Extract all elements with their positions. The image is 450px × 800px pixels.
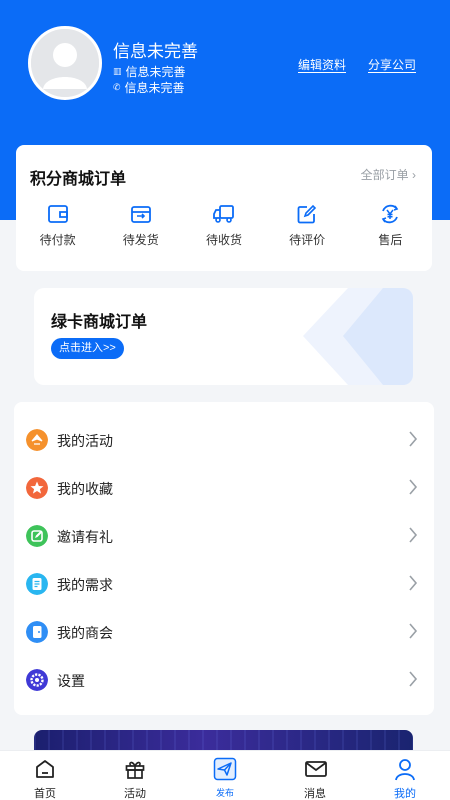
order-status-label: 待付款 <box>39 233 76 247</box>
order-status-label: 待评价 <box>289 233 326 247</box>
home-icon <box>36 760 54 778</box>
bottom-tab-bar: 首页 活动 发布 消息 我的 <box>0 750 450 800</box>
document-icon <box>26 573 48 595</box>
user-icon <box>395 759 415 781</box>
arrow-decoration-icon <box>303 288 413 385</box>
send-icon <box>213 757 237 781</box>
enter-button[interactable]: 点击进入>> <box>51 338 124 359</box>
menu-item-settings[interactable]: 设置 <box>14 656 434 704</box>
order-status-label: 待发货 <box>122 233 159 247</box>
door-icon <box>26 621 48 643</box>
activity-icon <box>26 429 48 451</box>
chevron-right-icon: › <box>412 168 416 182</box>
yuan-refund-icon <box>382 204 399 224</box>
menu-list: 我的活动 我的收藏 邀请有礼 我的需求 我的商会 设置 <box>14 402 434 715</box>
invite-edit-icon <box>26 525 48 547</box>
order-status-pending-payment[interactable]: 待付款 <box>16 203 99 248</box>
company-text: 信息未完善 <box>125 65 186 79</box>
phone-line: ✆ 信息未完善 <box>113 79 185 96</box>
edit-review-icon <box>297 204 317 224</box>
order-status-after-sales[interactable]: 售后 <box>349 203 432 248</box>
order-status-to-receive[interactable]: 待收货 <box>182 203 265 248</box>
gear-icon <box>26 669 48 691</box>
wallet-icon <box>47 205 68 223</box>
phone-text: 信息未完善 <box>124 81 185 95</box>
menu-item-my-demands[interactable]: 我的需求 <box>14 560 434 608</box>
menu-item-invite[interactable]: 邀请有礼 <box>14 512 434 560</box>
tab-label: 发布 <box>215 788 234 798</box>
menu-item-label: 邀请有礼 <box>57 529 113 545</box>
star-icon <box>26 477 48 499</box>
tab-home[interactable]: 首页 <box>0 751 90 800</box>
menu-item-my-favorites[interactable]: 我的收藏 <box>14 464 434 512</box>
tab-messages[interactable]: 消息 <box>270 751 360 800</box>
chevron-right-icon <box>409 479 418 495</box>
order-status-label: 待收货 <box>205 233 242 247</box>
menu-item-label: 我的收藏 <box>57 481 113 497</box>
menu-item-label: 我的活动 <box>57 433 113 449</box>
tab-label: 首页 <box>34 788 56 800</box>
all-orders-label: 全部订单 <box>360 168 409 182</box>
menu-item-label: 设置 <box>57 673 85 689</box>
points-orders-title: 积分商城订单 <box>30 171 127 188</box>
truck-icon <box>213 205 234 223</box>
tab-label: 消息 <box>304 788 326 800</box>
tab-label: 我的 <box>394 788 416 800</box>
tab-publish[interactable]: 发布 <box>180 751 270 800</box>
order-status-to-ship[interactable]: 待发货 <box>99 203 182 248</box>
gift-icon <box>125 761 145 779</box>
chevron-right-icon <box>409 671 418 687</box>
tab-activities[interactable]: 活动 <box>90 751 180 800</box>
points-orders-card: 积分商城订单 全部订单 › 待付款 待发货 待收货 待评价 售后 <box>16 145 432 271</box>
mail-icon <box>305 761 327 777</box>
tab-mine[interactable]: 我的 <box>360 751 450 800</box>
menu-item-my-chamber[interactable]: 我的商会 <box>14 608 434 656</box>
all-orders-link[interactable]: 全部订单 › <box>361 166 416 183</box>
company-line: ▥ 信息未完善 <box>113 63 186 80</box>
menu-item-my-activities[interactable]: 我的活动 <box>14 416 434 464</box>
green-card-title: 绿卡商城订单 <box>51 314 148 331</box>
chevron-right-icon <box>409 431 418 447</box>
chevron-right-icon <box>409 527 418 543</box>
avatar[interactable] <box>28 26 102 100</box>
building-icon: ▥ <box>113 66 122 76</box>
chevron-right-icon <box>409 575 418 591</box>
default-avatar-icon <box>31 29 99 97</box>
edit-profile-link[interactable]: 编辑资料 <box>298 56 346 73</box>
order-status-row: 待付款 待发货 待收货 待评价 售后 <box>16 203 432 248</box>
share-company-link[interactable]: 分享公司 <box>368 56 416 73</box>
phone-icon: ✆ <box>113 82 121 92</box>
order-status-label: 售后 <box>378 233 403 247</box>
menu-item-label: 我的需求 <box>57 577 113 593</box>
order-status-to-review[interactable]: 待评价 <box>266 203 349 248</box>
user-name: 信息未完善 <box>113 42 198 61</box>
chevron-right-icon <box>409 623 418 639</box>
tab-label: 活动 <box>124 788 146 800</box>
package-icon <box>130 206 151 223</box>
green-card-orders-card[interactable]: 绿卡商城订单 点击进入>> <box>34 288 413 385</box>
menu-item-label: 我的商会 <box>57 625 113 641</box>
